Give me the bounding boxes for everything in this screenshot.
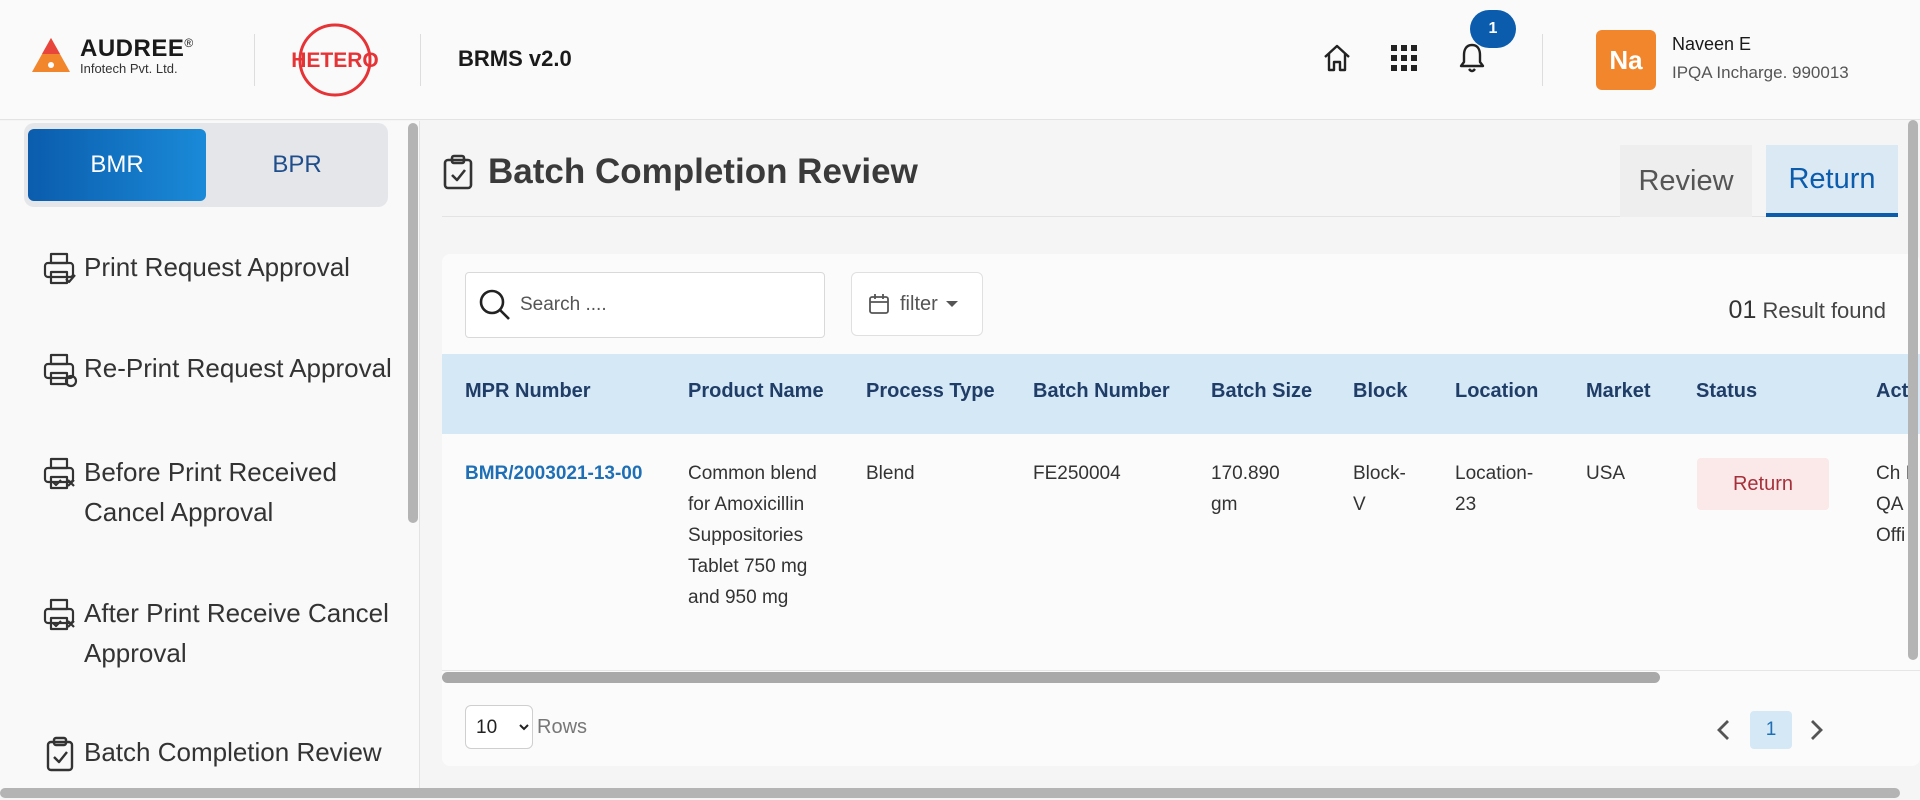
sidebar-item-label: Batch Completion Review: [84, 737, 382, 767]
top-header: AUDREE® Infotech Pvt. Ltd. HETERO BRMS v…: [0, 0, 1920, 120]
sidebar-item-reprint-request-approval[interactable]: Re-Print Request Approval: [40, 348, 394, 390]
process-type-cell: Blend: [866, 463, 915, 484]
search-input[interactable]: [520, 294, 800, 316]
result-count: 01 Result found: [1729, 296, 1886, 325]
sidebar-item-label: After Print Receive Cancel Approval: [84, 598, 389, 668]
filter-label: filter: [900, 292, 938, 315]
sidebar: BMR BPR Print Request Approval Re-Print …: [0, 121, 420, 791]
sidebar-item-label: Before Print Received Cancel Approval: [84, 457, 337, 527]
page-vertical-scrollbar[interactable]: [1908, 120, 1918, 660]
tab-review[interactable]: Review: [1620, 145, 1752, 217]
product-name-cell: Common blend for Amoxicillin Suppositori…: [688, 463, 817, 608]
clipboard-check-icon: [443, 154, 473, 190]
result-count-number: 01: [1728, 296, 1757, 324]
toggle-bpr[interactable]: BPR: [208, 129, 386, 201]
column-header[interactable]: Location: [1455, 380, 1538, 403]
batch-number-cell: FE250004: [1033, 463, 1121, 484]
printer-cancel-icon: [43, 457, 75, 490]
client-logo-text: HETERO: [291, 49, 379, 72]
avatar[interactable]: Na: [1596, 30, 1656, 90]
home-icon[interactable]: [1317, 38, 1357, 78]
column-header[interactable]: MPR Number: [465, 380, 591, 403]
printer-cancel-icon: [43, 598, 75, 631]
column-header[interactable]: Batch Size: [1211, 380, 1312, 403]
sidebar-item-after-print-cancel-approval[interactable]: After Print Receive Cancel Approval: [40, 593, 394, 673]
divider: [442, 670, 1920, 671]
block-cell: Block-V: [1353, 463, 1406, 515]
company-name: AUDREE: [80, 34, 185, 62]
column-header[interactable]: Product Name: [688, 380, 824, 403]
sidebar-item-before-print-cancel-approval[interactable]: Before Print Received Cancel Approval: [40, 452, 394, 532]
header-divider: [1542, 34, 1543, 86]
table-header: MPR Number Product Name Process Type Bat…: [442, 354, 1920, 434]
mpr-number-link[interactable]: BMR/2003021-13-00: [465, 458, 642, 489]
column-header[interactable]: Market: [1586, 380, 1650, 403]
column-header[interactable]: Batch Number: [1033, 380, 1170, 403]
tab-return[interactable]: Return: [1766, 145, 1898, 217]
page-number-button[interactable]: 1: [1750, 711, 1792, 749]
bmr-bpr-toggle: BMR BPR: [24, 123, 388, 207]
page-title: Batch Completion Review: [488, 152, 918, 191]
search-field[interactable]: [465, 272, 825, 338]
apps-grid-icon[interactable]: [1384, 38, 1424, 78]
user-name[interactable]: Naveen E: [1672, 34, 1751, 55]
audree-logo: AUDREE® Infotech Pvt. Ltd.: [30, 34, 194, 76]
search-icon: [479, 289, 510, 320]
market-cell: USA: [1586, 463, 1626, 484]
table-horizontal-scrollbar[interactable]: [442, 672, 1660, 683]
chevron-down-icon: [945, 301, 958, 307]
filter-button[interactable]: filter: [851, 272, 983, 336]
column-header[interactable]: Process Type: [866, 380, 995, 403]
sidebar-item-label: Re-Print Request Approval: [84, 353, 392, 383]
column-header[interactable]: Status: [1696, 380, 1757, 403]
sidebar-item-batch-completion-review[interactable]: Batch Completion Review: [40, 732, 394, 774]
page-title-wrap: Batch Completion Review: [442, 152, 918, 192]
location-cell: Location-23: [1455, 463, 1534, 515]
notification-badge[interactable]: 1: [1470, 10, 1516, 48]
page-horizontal-scrollbar[interactable]: [0, 788, 1900, 798]
chevron-left-icon[interactable]: [1712, 716, 1736, 744]
app-title: BRMS v2.0: [458, 46, 572, 71]
printer-check-icon: [43, 252, 76, 285]
audree-logo-icon: [32, 38, 70, 72]
toggle-bmr[interactable]: BMR: [28, 129, 206, 201]
sidebar-item-label: Print Request Approval: [84, 252, 350, 282]
company-reg: ®: [184, 35, 194, 50]
chevron-right-icon[interactable]: [1804, 716, 1828, 744]
company-subtitle: Infotech Pvt. Ltd.: [80, 60, 178, 76]
column-header[interactable]: Block: [1353, 380, 1407, 403]
rows-per-page-select[interactable]: 10: [465, 705, 533, 749]
user-role: IPQA Incharge. 990013: [1672, 63, 1849, 82]
hetero-logo: HETERO: [291, 23, 379, 97]
rows-label: Rows: [537, 716, 588, 738]
sidebar-scrollbar[interactable]: [408, 123, 418, 523]
header-divider: [254, 34, 255, 86]
printer-refresh-icon: [43, 353, 78, 388]
sidebar-item-print-request-approval[interactable]: Print Request Approval: [40, 247, 394, 289]
batch-size-cell: 170.890 gm: [1211, 463, 1280, 515]
result-count-text: Result found: [1756, 298, 1886, 323]
status-badge: Return: [1697, 458, 1829, 510]
header-divider: [420, 34, 421, 86]
calendar-icon: [869, 294, 889, 314]
clipboard-check-icon: [46, 736, 74, 772]
